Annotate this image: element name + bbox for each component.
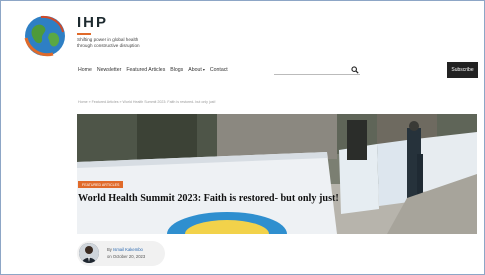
nav-item-about-label: About [188,67,202,73]
breadcrumb[interactable]: Home » Featured Articles » World Health … [78,100,216,104]
avatar[interactable] [79,243,99,263]
nav-item-about[interactable]: About▾ [188,67,205,73]
main-nav: Home Newsletter Featured Articles Blogs … [78,67,228,73]
brand-block[interactable]: IHP Shifting power in global health thro… [77,15,197,49]
search-icon[interactable] [351,66,359,74]
search-input[interactable] [274,65,360,75]
brand-underline [77,33,91,35]
nav-item-home[interactable]: Home [78,67,92,73]
hero-image [77,114,477,234]
by-prefix: By [107,247,112,252]
nav-item-contact[interactable]: Contact [210,67,228,73]
subscribe-button[interactable]: Subscribe [447,62,478,78]
author-link[interactable]: Ismail Kakembo [113,247,143,252]
site-tagline-line2: through constructive disruption [77,43,140,48]
page-frame: IHP Shifting power in global health thro… [0,0,485,275]
nav-item-newsletter[interactable]: Newsletter [97,67,122,73]
author-byline: By Ismail Kakembo [107,247,143,252]
publish-date: on October 20, 2023 [107,254,146,259]
nav-item-blogs[interactable]: Blogs [170,67,183,73]
site-name[interactable]: IHP [77,15,197,31]
category-badge[interactable]: FEATURED ARTICLES [78,181,124,188]
globe-logo-icon[interactable] [23,14,67,58]
chevron-down-icon: ▾ [202,67,205,72]
nav-item-featured-articles[interactable]: Featured Articles [126,67,165,73]
article-title: World Health Summit 2023: Faith is resto… [78,193,339,204]
